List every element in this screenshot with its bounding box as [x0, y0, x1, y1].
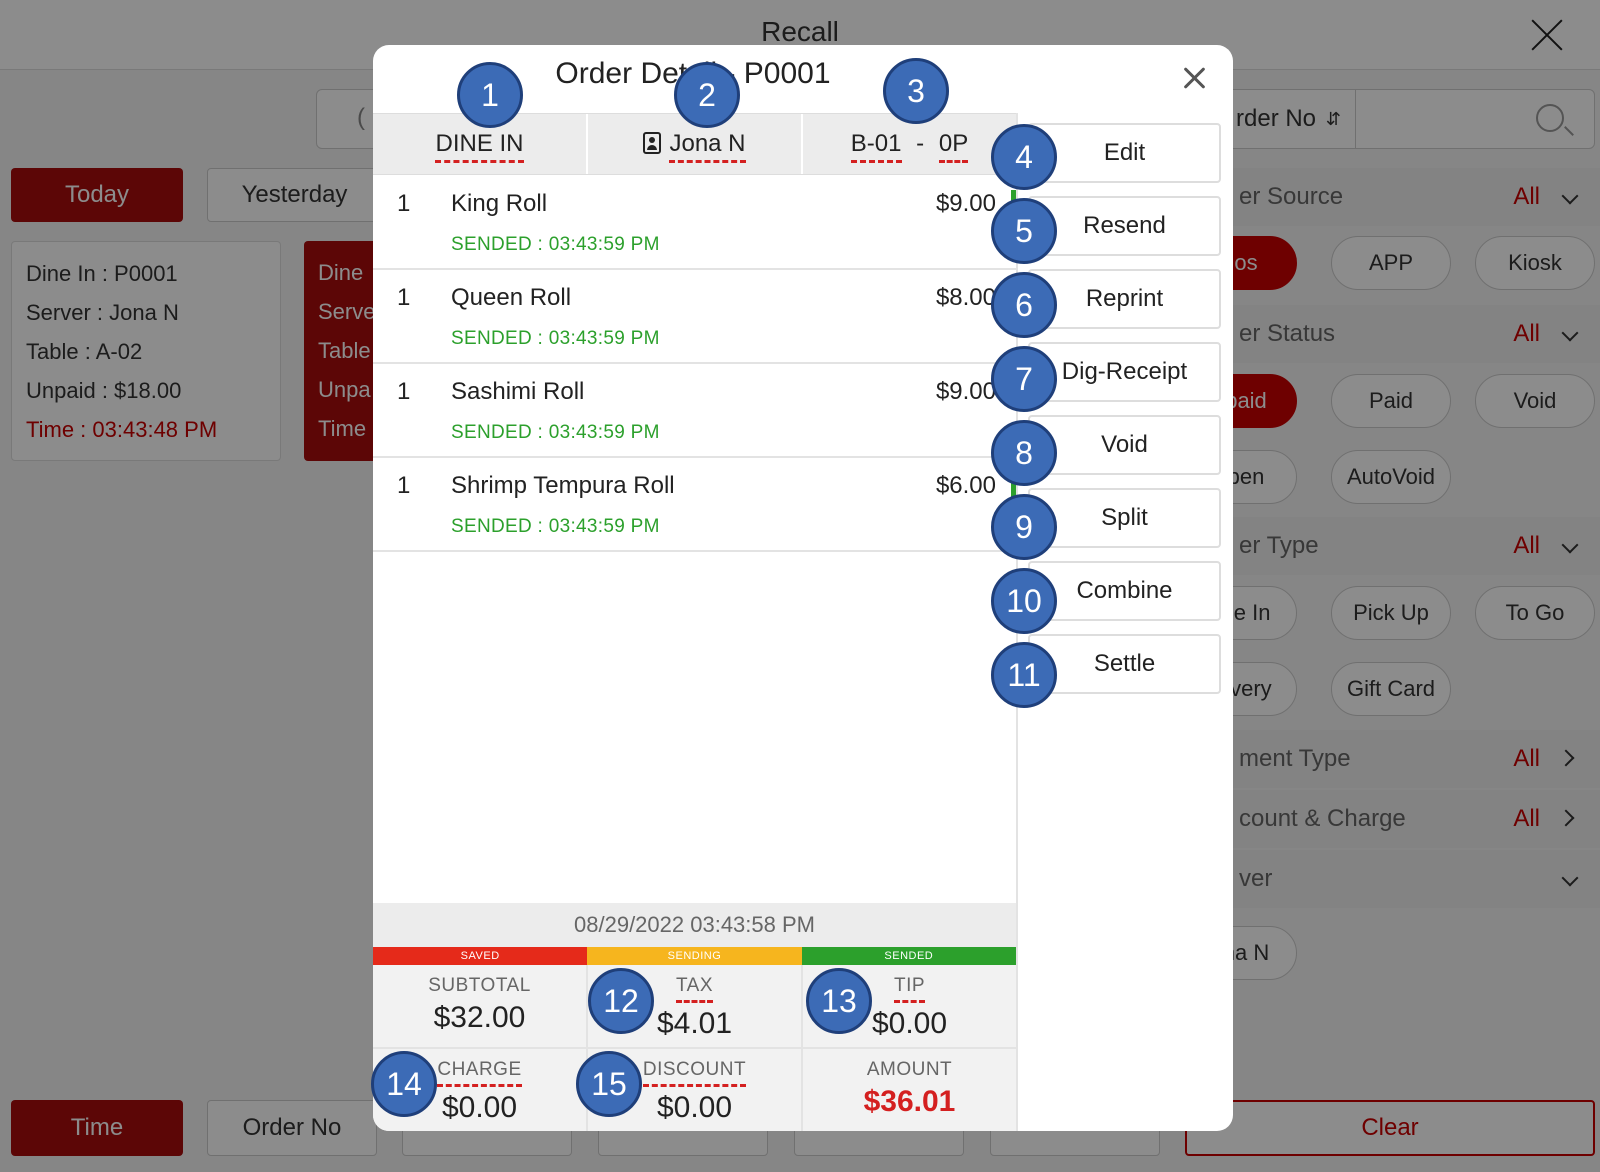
item-price: $9.00	[935, 378, 996, 405]
combine-button[interactable]: Combine	[1028, 561, 1221, 621]
subtotal-cell: SUBTOTAL $32.00	[373, 965, 586, 1047]
item-price: $6.00	[935, 472, 996, 499]
item-price: $9.00	[935, 190, 996, 217]
item-status: SENDED : 03:43:59 PM	[451, 328, 660, 349]
settle-button[interactable]: Settle	[1028, 634, 1221, 694]
legend-saved: SAVED	[373, 947, 588, 965]
dig-receipt-button[interactable]: Dig-Receipt	[1028, 342, 1221, 402]
callout-badge: 13	[806, 968, 872, 1034]
amount-value: $36.01	[863, 1085, 956, 1118]
charge-label: CHARGE	[437, 1059, 522, 1087]
callout-badge: 15	[576, 1051, 642, 1117]
order-datetime: 08/29/2022 03:43:58 PM	[373, 903, 1016, 947]
legend-sending: SENDING	[587, 947, 802, 965]
amount-cell: AMOUNT $36.01	[803, 1049, 1016, 1131]
callout-badge: 9	[991, 494, 1057, 560]
callout-badge: 4	[991, 124, 1057, 190]
close-icon[interactable]	[1183, 67, 1205, 89]
callout-badge: 8	[991, 420, 1057, 486]
item-status: SENDED : 03:43:59 PM	[451, 422, 660, 443]
item-qty: 1	[397, 378, 411, 405]
item-name: Shrimp Tempura Roll	[451, 472, 675, 499]
order-items-list: 1 King Roll $9.00 SENDED : 03:43:59 PM 1…	[373, 176, 1016, 552]
item-name: Sashimi Roll	[451, 378, 585, 405]
callout-badge: 7	[991, 346, 1057, 412]
tip-label: TIP	[893, 975, 926, 1003]
callout-badge: 5	[991, 198, 1057, 264]
split-button[interactable]: Split	[1028, 488, 1221, 548]
callout-badge: 11	[991, 642, 1057, 708]
order-detail-dialog: Order Detail - P0001 DINE IN Jona N B-01…	[373, 45, 1233, 1131]
callout-badge: 14	[371, 1051, 437, 1117]
callout-badge: 10	[991, 568, 1057, 634]
server-value: Jona N	[669, 130, 746, 163]
void-button[interactable]: Void	[1028, 415, 1221, 475]
table-value: B-01	[850, 130, 902, 163]
item-price: $8.00	[935, 284, 996, 311]
callout-badge: 2	[674, 62, 740, 128]
edit-button[interactable]: Edit	[1028, 123, 1221, 183]
status-legend: SAVED SENDING SENDED	[373, 947, 1016, 965]
item-qty: 1	[397, 284, 411, 311]
list-item[interactable]: 1 Shrimp Tempura Roll $6.00 SENDED : 03:…	[373, 458, 1016, 552]
order-type-value: DINE IN	[435, 130, 524, 163]
item-qty: 1	[397, 472, 411, 499]
resend-button[interactable]: Resend	[1028, 196, 1221, 256]
order-totals: SUBTOTAL $32.00 TAX $4.01 TIP $0.00 CHAR…	[373, 965, 1016, 1131]
item-name: Queen Roll	[451, 284, 572, 311]
subtotal-label: SUBTOTAL	[428, 975, 531, 996]
person-icon	[643, 132, 662, 154]
callout-badge: 6	[991, 272, 1057, 338]
list-item[interactable]: 1 King Roll $9.00 SENDED : 03:43:59 PM	[373, 176, 1016, 270]
tax-label: TAX	[675, 975, 714, 1003]
list-item[interactable]: 1 Queen Roll $8.00 SENDED : 03:43:59 PM	[373, 270, 1016, 364]
callout-badge: 3	[883, 58, 949, 124]
item-name: King Roll	[451, 190, 548, 217]
callout-badge: 12	[588, 968, 654, 1034]
callout-badge: 1	[457, 62, 523, 128]
table-separator: -	[916, 130, 925, 157]
guest-count-value: 0P	[938, 130, 969, 163]
item-status: SENDED : 03:43:59 PM	[451, 234, 660, 255]
discount-label: DISCOUNT	[642, 1059, 747, 1087]
item-qty: 1	[397, 190, 411, 217]
legend-sended: SENDED	[801, 947, 1016, 965]
subtotal-value: $32.00	[433, 1001, 526, 1034]
list-item[interactable]: 1 Sashimi Roll $9.00 SENDED : 03:43:59 P…	[373, 364, 1016, 458]
amount-label: AMOUNT	[866, 1059, 953, 1080]
reprint-button[interactable]: Reprint	[1028, 269, 1221, 329]
item-status: SENDED : 03:43:59 PM	[451, 516, 660, 537]
